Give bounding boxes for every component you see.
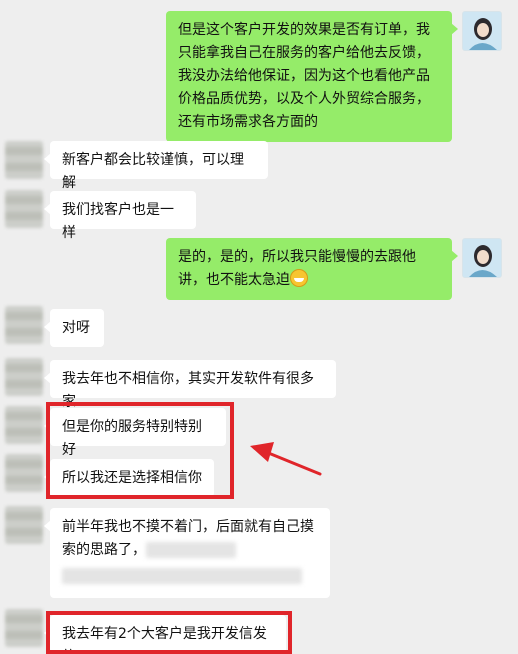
contact-avatar[interactable] [5,506,43,544]
contact-avatar[interactable] [5,609,43,647]
redacted-text [62,568,302,584]
contact-avatar[interactable] [5,190,43,228]
message-bubble-other[interactable]: 对呀 [44,309,104,347]
highlight-box [46,402,234,499]
contact-avatar[interactable] [5,141,43,179]
highlight-box [46,611,292,654]
message-bubble-self[interactable]: 但是这个客户开发的效果是否有订单，我只能拿我自己在服务的客户给他去反馈，我没办法… [166,11,458,142]
self-avatar[interactable] [462,11,502,51]
self-avatar[interactable] [462,238,502,278]
arrow-icon [250,442,322,476]
redacted-text [146,542,236,558]
message-text: 新客户都会比较谨慎，可以理解 [62,152,244,191]
contact-avatar[interactable] [5,406,43,444]
contact-avatar[interactable] [5,454,43,492]
person-avatar-icon [463,12,501,50]
message-bubble-other[interactable]: 前半年我也不摸不着门，后面就有自己摸索的思路了， [44,508,330,598]
message-bubble-other[interactable]: 我们找客户也是一样 [44,191,196,241]
message-text: 对呀 [62,320,90,336]
grin-emoji-icon [290,269,308,287]
message-bubble-self[interactable]: 是的，是的，所以我只能慢慢的去跟他讲，也不能太急迫 [166,238,458,300]
message-bubble-other[interactable]: 新客户都会比较谨慎，可以理解 [44,141,268,191]
message-text: 但是这个客户开发的效果是否有订单，我只能拿我自己在服务的客户给他去反馈，我没办法… [178,22,430,130]
contact-avatar[interactable] [5,306,43,344]
person-avatar-icon [463,239,501,277]
contact-avatar[interactable] [5,358,43,396]
chat-window: 但是这个客户开发的效果是否有订单，我只能拿我自己在服务的客户给他去反馈，我没办法… [0,0,518,654]
message-text: 我们找客户也是一样 [62,202,174,241]
message-bubble-other[interactable]: 我去年也不相信你，其实开发软件有很多家 [44,360,336,410]
